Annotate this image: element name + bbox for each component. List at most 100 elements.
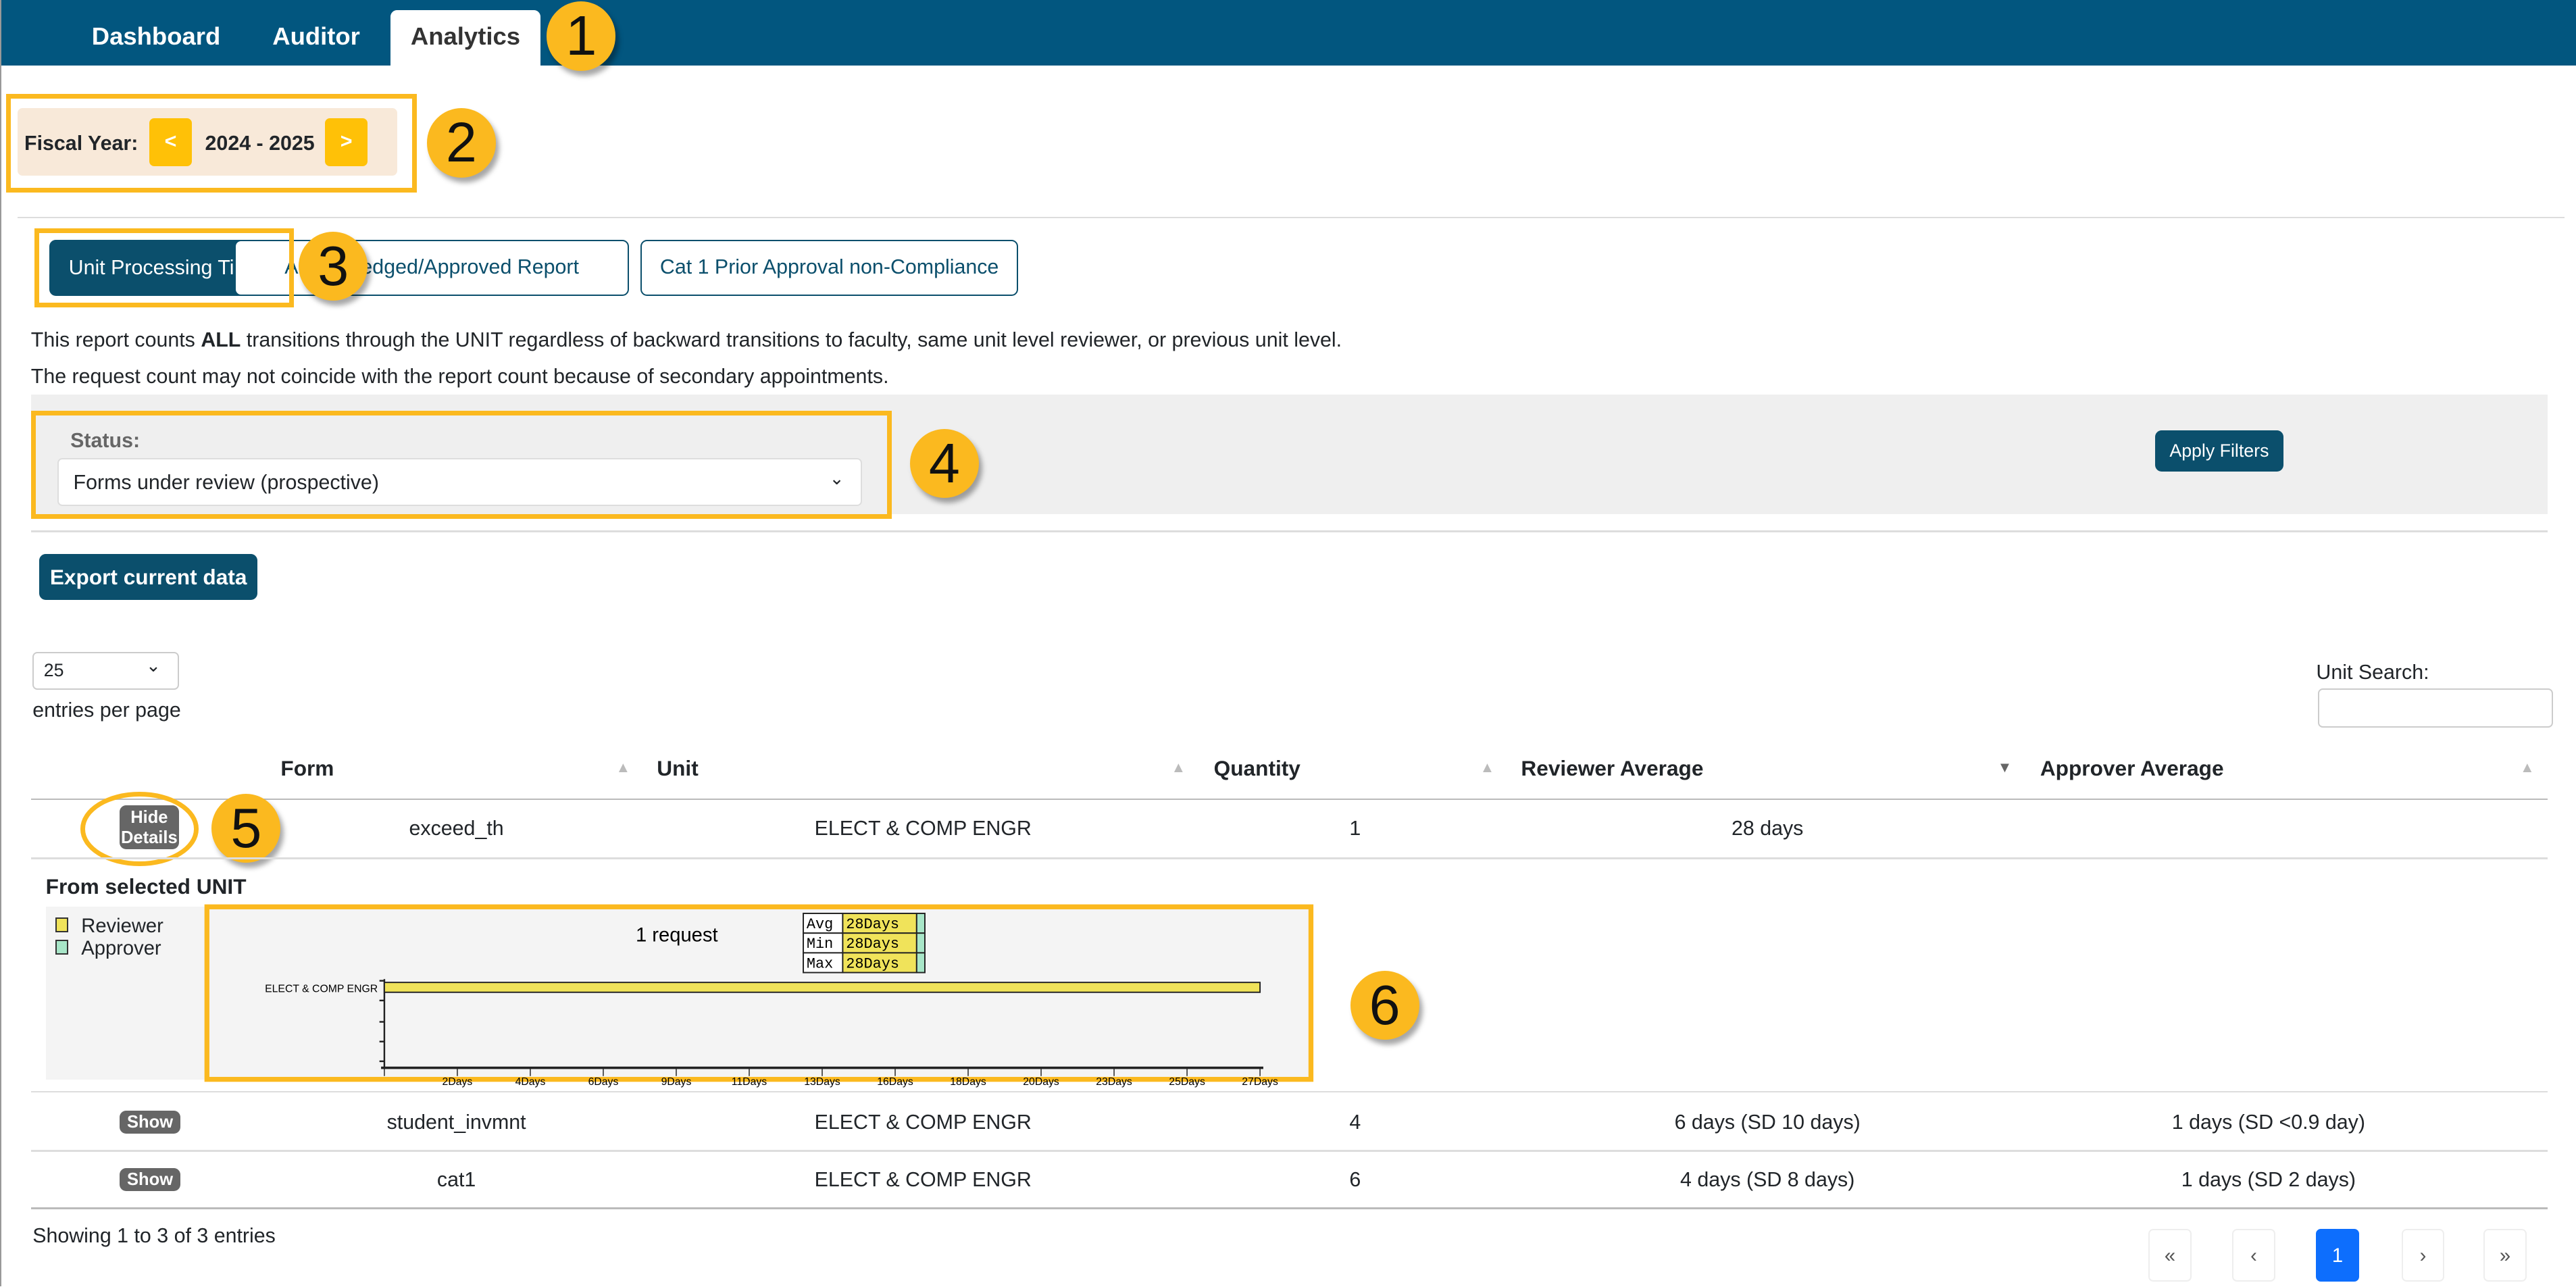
- x-tick-label: 23Days: [1096, 1076, 1132, 1088]
- status-select[interactable]: Forms under review (prospective) ⌄: [57, 458, 863, 506]
- cell-approver: 1 days (SD 2 days): [2181, 1168, 2356, 1191]
- note-text: This report counts: [30, 328, 201, 352]
- sort-icon[interactable]: ▲: [2520, 759, 2535, 776]
- cell-form: exceed_th: [409, 816, 504, 840]
- header-approver-average[interactable]: Approver Average: [2040, 756, 2224, 781]
- page-first-button[interactable]: «: [2148, 1228, 2192, 1282]
- divider: [30, 530, 2548, 532]
- cell-quantity: 1: [1349, 816, 1361, 840]
- x-tick-label: 4Days: [515, 1076, 545, 1088]
- tab-dashboard[interactable]: Dashboard: [62, 10, 250, 66]
- show-details-button[interactable]: Show: [120, 1110, 181, 1134]
- header-unit[interactable]: Unit: [657, 756, 698, 781]
- tooltip-key: Min: [807, 936, 833, 953]
- processing-time-chart: 1 request ELECT & COMP ENGR 2Days 4Days 6Day…: [204, 904, 1313, 1088]
- table-info: Showing 1 to 3 of 3 entries: [32, 1223, 276, 1247]
- x-tick-label: 13Days: [804, 1076, 840, 1088]
- page-prev-button[interactable]: ‹: [2232, 1228, 2275, 1282]
- cell-reviewer: 6 days (SD 10 days): [1674, 1110, 1861, 1134]
- header-quantity[interactable]: Quantity: [1214, 756, 1300, 781]
- status-label: Status:: [70, 428, 141, 452]
- tooltip-key: Avg: [807, 916, 833, 933]
- cell-unit: ELECT & COMP ENGR: [814, 1110, 1032, 1134]
- row-divider: [30, 1150, 2548, 1152]
- cell-unit: ELECT & COMP ENGR: [814, 816, 1032, 840]
- report-cat1-noncompliance[interactable]: Cat 1 Prior Approval non-Compliance: [640, 240, 1019, 296]
- sort-desc-icon[interactable]: ▼: [1998, 759, 2013, 776]
- tab-analytics[interactable]: Analytics: [390, 9, 540, 66]
- cell-approver: 1 days (SD <0.9 day): [2171, 1110, 2365, 1134]
- tooltip-approver-cell: [915, 913, 926, 934]
- cell-quantity: 6: [1349, 1168, 1361, 1191]
- divider: [18, 216, 2565, 219]
- x-tick-label: 25Days: [1169, 1076, 1205, 1088]
- page-size-value: 25: [43, 660, 64, 681]
- cell-reviewer: 28 days: [1731, 816, 1804, 840]
- callout-5: 5: [211, 793, 281, 863]
- header-form[interactable]: Form: [280, 756, 334, 781]
- fiscal-year-value: 2024 - 2025: [205, 131, 315, 155]
- page-1-button[interactable]: 1: [2316, 1228, 2359, 1282]
- status-select-value: Forms under review (prospective): [73, 471, 379, 495]
- x-tick-label: 18Days: [950, 1076, 986, 1088]
- page-size-select[interactable]: 25 ⌄: [32, 652, 179, 690]
- tooltip-value: 28Days: [846, 916, 899, 933]
- tooltip-value: 28Days: [846, 936, 899, 953]
- callout-1: 1: [547, 1, 616, 71]
- note-text: transitions through the UNIT regardless …: [241, 328, 1342, 352]
- legend-item-approver: Approver: [55, 938, 163, 960]
- header-divider: [30, 798, 2548, 801]
- cell-form: student_invmnt: [386, 1110, 526, 1134]
- x-tick-label: 20Days: [1023, 1076, 1059, 1088]
- sort-icon[interactable]: ▲: [1480, 759, 1495, 776]
- callout-3: 3: [299, 231, 368, 301]
- page-next-button[interactable]: ›: [2401, 1228, 2445, 1282]
- prev-year-button[interactable]: <: [149, 118, 193, 166]
- page: Dashboard Auditor Analytics 1 Fiscal Yea…: [0, 0, 2576, 1287]
- bar-reviewer: [383, 982, 1261, 993]
- highlight-edge: [288, 228, 294, 307]
- show-details-button[interactable]: Show: [120, 1168, 181, 1192]
- apply-filters-button[interactable]: Apply Filters: [2155, 430, 2283, 472]
- x-tick-label: 27Days: [1242, 1076, 1278, 1088]
- row-divider: [30, 1090, 2548, 1093]
- chart-title: 1 request: [636, 924, 718, 946]
- page-last-button[interactable]: »: [2483, 1228, 2527, 1282]
- legend-item-reviewer: Reviewer: [55, 915, 163, 938]
- legend-label: Reviewer: [81, 915, 163, 937]
- export-button[interactable]: Export current data: [39, 553, 258, 600]
- row-divider: [30, 857, 2548, 859]
- y-tick-label: ELECT & COMP ENGR: [265, 984, 378, 995]
- table-bottom-divider: [30, 1207, 2548, 1209]
- callout-4: 4: [909, 428, 979, 498]
- note-bold: ALL: [201, 328, 241, 352]
- legend-label: Approver: [81, 937, 161, 959]
- header-reviewer-average[interactable]: Reviewer Average: [1521, 756, 1703, 781]
- x-tick-label: 11Days: [731, 1076, 766, 1088]
- tooltip-approver-cell: [915, 932, 926, 954]
- highlight-ellipse: [80, 792, 199, 866]
- callout-2: 2: [426, 108, 496, 178]
- tab-auditor[interactable]: Auditor: [243, 10, 389, 66]
- x-tick-label: 16Days: [877, 1076, 913, 1088]
- legend-swatch: [55, 917, 68, 932]
- next-year-button[interactable]: >: [325, 118, 368, 166]
- fiscal-year-label: Fiscal Year:: [24, 131, 138, 155]
- entries-label: entries per page: [32, 698, 181, 722]
- chevron-down-icon: ⌄: [145, 655, 161, 676]
- legend: Reviewer Approver: [55, 915, 163, 960]
- sort-icon[interactable]: ▲︎: [615, 759, 630, 776]
- tooltip-key: Max: [807, 955, 833, 972]
- unit-search-label: Unit Search:: [2316, 660, 2429, 684]
- cell-unit: ELECT & COMP ENGR: [814, 1168, 1032, 1191]
- cell-quantity: 4: [1349, 1110, 1361, 1134]
- legend-swatch: [55, 940, 68, 955]
- details-title: From selected UNIT: [45, 874, 247, 899]
- chevron-down-icon: ⌄: [829, 468, 844, 488]
- report-acknowledged-approved[interactable]: Acknowledged/Approved Report: [234, 240, 629, 296]
- cell-form: cat1: [436, 1168, 476, 1191]
- unit-search-input[interactable]: [2317, 688, 2553, 728]
- sort-icon[interactable]: ▲: [1171, 759, 1186, 776]
- x-tick-label: 2Days: [442, 1076, 472, 1088]
- tooltip-value: 28Days: [846, 955, 899, 972]
